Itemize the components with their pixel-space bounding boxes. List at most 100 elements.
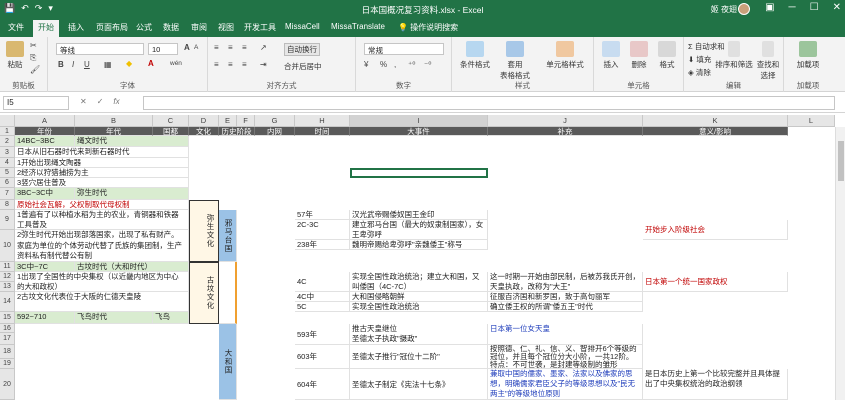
row-header[interactable]: 9 (0, 210, 15, 230)
fill-color-icon[interactable]: ◆ (126, 59, 132, 68)
description-cell[interactable]: 2弥生时代开始出现部落国家，出现了私有财产。家庭为单位的个体劳动代替了氏族的集团… (15, 230, 189, 262)
event-description[interactable]: 圣德太子制定《宪法十七条》 (350, 369, 488, 400)
column-header[interactable]: I (350, 115, 488, 127)
event-time[interactable]: 603年 (295, 345, 350, 369)
delete-cells-button[interactable]: 删除 (626, 41, 652, 70)
row-header[interactable]: 18 (0, 345, 15, 359)
header-time[interactable]: 时间 (295, 127, 350, 136)
orientation-icon[interactable]: ↗ (260, 43, 267, 52)
grow-font-icon[interactable]: A (184, 43, 190, 52)
event-time[interactable]: 4C中 (295, 292, 350, 302)
align-middle-icon[interactable]: ≡ (228, 43, 233, 52)
row-header[interactable]: 6 (0, 178, 15, 188)
align-right-icon[interactable]: ≡ (242, 60, 247, 69)
description-cell[interactable]: 2经济以狩猎捕捞为主 (15, 168, 189, 178)
format-cells-button[interactable]: 格式 (654, 41, 680, 70)
era-cell[interactable]: 弥生时代 (75, 188, 189, 200)
tab-formulas[interactable]: 公式 (136, 22, 152, 33)
vertical-scrollbar[interactable] (835, 127, 845, 400)
era-cell[interactable]: 古坟时代（大和时代） (75, 262, 189, 272)
header-internal[interactable]: 内网 (255, 127, 295, 136)
row-header[interactable]: 10 (0, 230, 15, 262)
row-header[interactable]: 3 (0, 147, 15, 158)
event-description[interactable]: 实现全国性政治统治；建立大和国，又叫倭国（4C-7C） (350, 272, 488, 292)
column-header[interactable]: E (219, 115, 237, 127)
header-nation[interactable]: 国都 (153, 127, 189, 136)
event-description[interactable]: 圣德太子推行"冠位十二阶" (350, 345, 488, 369)
row-header[interactable]: 20 (0, 369, 15, 400)
tab-developer[interactable]: 开发工具 (244, 22, 276, 33)
event-time[interactable]: 2C-3C (295, 220, 350, 240)
event-time[interactable]: 238年 (295, 240, 350, 250)
history-cell[interactable]: 大和国 (219, 324, 237, 400)
row-header[interactable]: 19 (0, 359, 15, 369)
tab-review[interactable]: 审阅 (191, 22, 207, 33)
italic-button[interactable]: I (72, 60, 74, 69)
row-header[interactable]: 15 (0, 312, 15, 324)
row-header[interactable]: 14 (0, 292, 15, 312)
user-name[interactable]: 姬 夜翅 (711, 4, 737, 15)
event-time[interactable]: 604年 (295, 369, 350, 400)
tab-insert[interactable]: 插入 (68, 22, 84, 33)
event-supplement[interactable]: 确立倭王权的所谓"倭五王"时代 (488, 302, 643, 312)
event-supplement[interactable]: 这一时期一开始由部民制，后被苏我氏开创，天皇执政，改称为"大王" (488, 272, 643, 292)
event-supplement[interactable]: 征服百济国和新罗国，致于高句丽军 (488, 292, 643, 302)
conditional-format-button[interactable]: 条件格式 (456, 41, 494, 70)
description-cell[interactable]: 原始社会瓦解，父权制取代母权制 (15, 200, 189, 210)
comma-button[interactable]: , (394, 60, 396, 69)
event-description[interactable]: 大和国侵略朝鲜 (350, 292, 488, 302)
phonetic-icon[interactable]: wén (170, 60, 182, 67)
era-cell[interactable]: 绳文时代 (75, 136, 189, 147)
event-time[interactable]: 4C (295, 272, 350, 292)
header-era[interactable]: 年代 (75, 127, 153, 136)
cancel-icon[interactable]: ✕ (80, 97, 87, 106)
tell-me-search[interactable]: 💡 操作说明搜索 (398, 22, 458, 33)
year-cell[interactable]: 3BC~3C中 (15, 188, 75, 200)
row-header[interactable]: 12 (0, 272, 15, 282)
percent-button[interactable]: % (380, 60, 387, 69)
formula-input[interactable] (143, 96, 835, 110)
year-cell[interactable]: 14BC~3BC (15, 136, 75, 147)
event-description[interactable]: 汉光武帝赐倭奴国王金印 (350, 210, 488, 220)
align-top-icon[interactable]: ≡ (214, 43, 219, 52)
number-format-combo[interactable]: 常规 (364, 43, 444, 55)
event-meaning[interactable]: 开始步入阶级社会 (643, 220, 788, 240)
column-header[interactable]: A (15, 115, 75, 127)
year-cell[interactable]: 592~710 (15, 312, 75, 324)
event-time[interactable]: 5C (295, 302, 350, 312)
row-header[interactable]: 8 (0, 200, 15, 210)
addins-button[interactable]: 加载项 (790, 41, 826, 70)
event-description[interactable]: 实现全国性政治统治 (350, 302, 488, 312)
column-header[interactable]: G (255, 115, 295, 127)
align-center-icon[interactable]: ≡ (228, 60, 233, 69)
name-box[interactable]: I5 (3, 96, 69, 110)
header-culture[interactable]: 文化 (189, 127, 219, 136)
event-description[interactable]: 魏明帝赐给卑弥呼"亲魏倭王"称号 (350, 240, 488, 250)
event-supplement[interactable]: 日本第一位女天皇 (488, 324, 643, 345)
event-supplement[interactable]: 按照德、仁、礼、信、义、智排开6个等级的冠位，并且每个冠位分大小阶，一共12阶。… (488, 345, 643, 369)
fx-icon[interactable]: fx (113, 97, 119, 106)
align-left-icon[interactable]: ≡ (214, 60, 219, 69)
description-cell[interactable]: 2古坟文化代表位于大阪的仁德天皇陵 (15, 292, 189, 312)
worksheet-grid[interactable]: A B C D E F G H I J K L 1 2 3 4 5 6 7 8 … (0, 115, 845, 400)
copy-icon[interactable]: ⎘ (30, 53, 36, 63)
tab-page-layout[interactable]: 页面布局 (96, 22, 128, 33)
scrollbar-thumb[interactable] (838, 141, 844, 181)
header-meaning[interactable]: 意义/影响 (643, 127, 788, 136)
maximize-icon[interactable]: ☐ (810, 2, 819, 13)
select-all-corner[interactable] (0, 115, 15, 127)
column-header[interactable]: J (488, 115, 643, 127)
underline-button[interactable]: U (84, 60, 90, 69)
tab-view[interactable]: 视图 (218, 22, 234, 33)
accounting-icon[interactable]: ¥ (364, 60, 368, 69)
header-event[interactable]: 大事件 (350, 127, 488, 136)
merge-center-button[interactable]: 合并后居中 (284, 61, 322, 72)
event-description[interactable]: 建立邪马台国（最大的奴隶制国家），女王卑弥呼 (350, 220, 488, 240)
history-cell[interactable]: 邪马台国 (219, 210, 237, 262)
selected-cell-outline[interactable] (350, 168, 488, 178)
row-header[interactable]: 1 (0, 127, 15, 136)
capital-cell[interactable]: 飞鸟 (153, 312, 189, 324)
enter-icon[interactable]: ✓ (97, 97, 104, 106)
font-color-icon[interactable]: A (148, 59, 154, 68)
era-cell[interactable]: 飞鸟时代 (75, 312, 153, 324)
